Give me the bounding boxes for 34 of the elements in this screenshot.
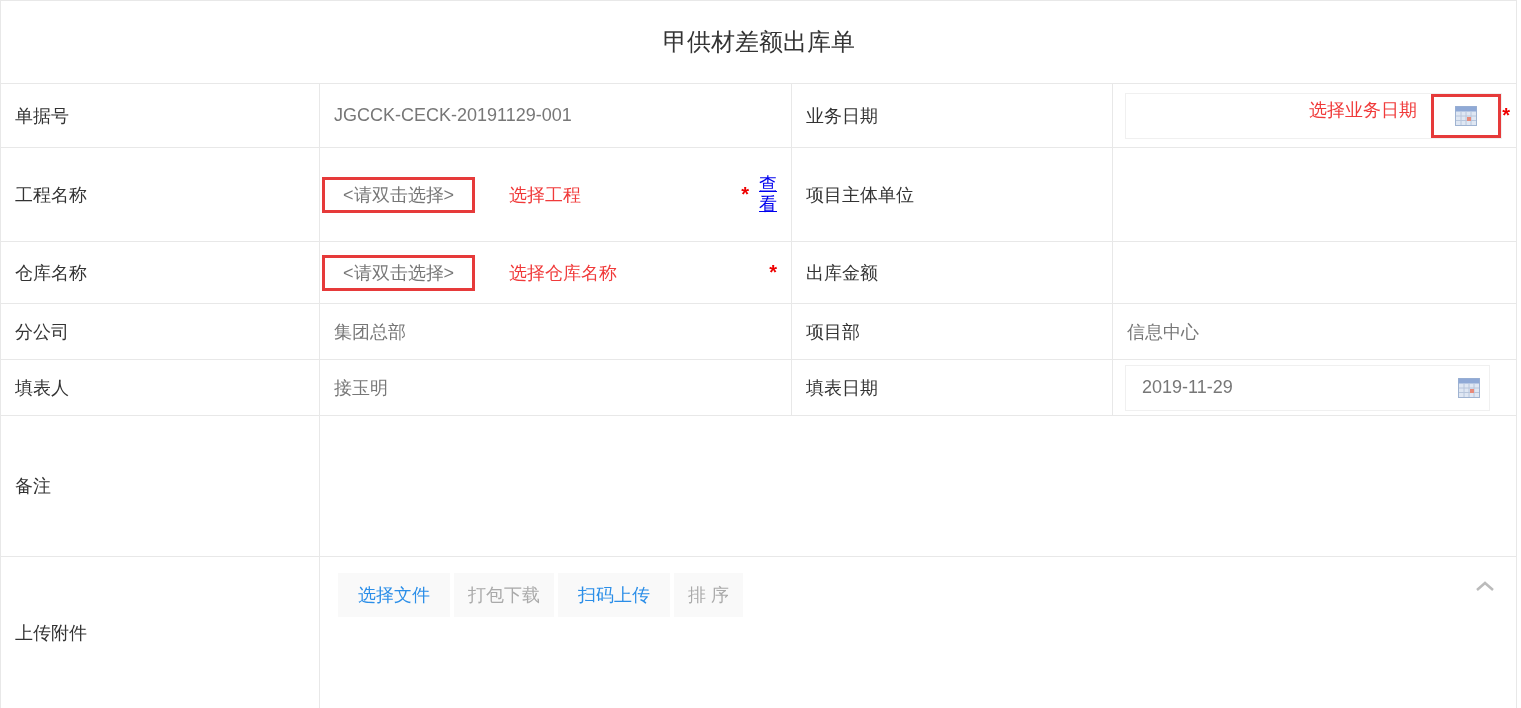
required-mark: * [1502,104,1510,127]
annotation-text: 选择仓库名称 [509,261,618,285]
calendar-icon[interactable] [1458,377,1480,398]
field-label: 单据号 [15,104,69,128]
calendar-icon[interactable] [1455,105,1478,126]
select-field[interactable]: <请双击选择> [322,176,476,213]
field-label: 备注 [15,475,51,498]
field-label: 工程名称 [15,183,87,207]
field-label: 项目部 [806,320,860,344]
select-field[interactable]: <请双击选择> [322,254,476,291]
form-title: 甲供材差额出库单 [1,1,1517,84]
field-label: 分公司 [15,320,69,344]
field-value: 集团总部 [334,320,406,344]
field-value: 信息中心 [1127,320,1199,344]
view-link[interactable]: 查看 [759,174,777,215]
field-label: 出库金额 [806,261,878,285]
field-value: 接玉明 [334,376,388,400]
field-value: 2019-11-29 [1142,377,1233,398]
collapse-icon[interactable] [1476,581,1494,591]
upload-toolbar-button[interactable]: 选择文件 [338,573,450,617]
annotation-text: 选择业务日期 [1309,98,1418,122]
field-label: 填表人 [15,376,69,400]
field-label: 上传附件 [15,621,87,645]
required-mark: * [769,261,777,284]
field-value: JGCCK-CECK-20191129-001 [334,105,572,126]
field-label: 填表日期 [806,376,878,400]
field-label: 项目主体单位 [806,183,914,207]
annotation-text: 选择工程 [509,183,582,207]
required-mark: * [741,183,749,206]
date-field[interactable]: 选择业务日期 [1125,92,1503,139]
upload-toolbar-button[interactable]: 扫码上传 [558,573,670,617]
field-label: 仓库名称 [15,261,87,285]
date-field[interactable]: 2019-11-29 [1125,364,1490,411]
field-label: 业务日期 [806,104,878,128]
